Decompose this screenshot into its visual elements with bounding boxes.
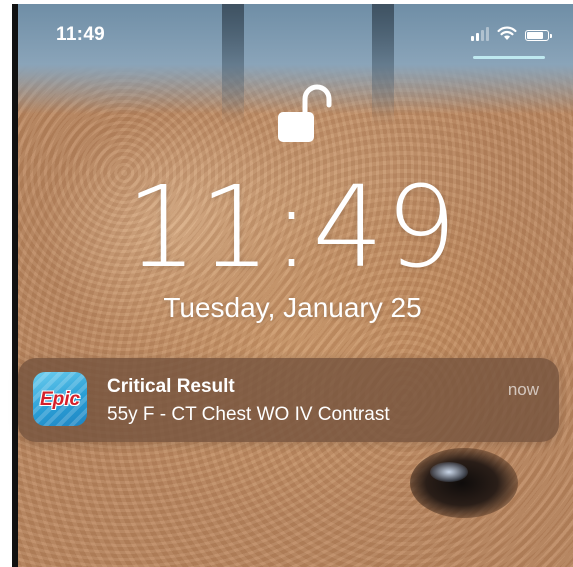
status-bar-icons — [471, 26, 552, 41]
status-bar-time: 11:49 — [56, 24, 106, 45]
notification-title: Critical Result — [107, 376, 235, 397]
lock-screen: 11:49 11:49 Tuesday, January 25 — [12, 4, 573, 567]
lock-screen-date: Tuesday, January 25 — [163, 292, 422, 323]
wifi-icon — [497, 26, 517, 40]
signal-icon — [471, 27, 489, 41]
wallpaper-dog-eye — [410, 448, 518, 518]
wallpaper-eye-reflection — [430, 462, 468, 482]
wallpaper-window-frame — [222, 4, 244, 124]
battery-level-fill — [527, 32, 543, 39]
epic-app-icon: Epic — [33, 372, 87, 426]
battery-icon — [525, 30, 552, 41]
lock-screen-clock: 11:49 — [126, 163, 459, 293]
unlocked-padlock-icon — [278, 84, 332, 142]
device-edge — [12, 4, 18, 567]
control-center-indicator[interactable] — [473, 56, 545, 59]
notification-time: now — [507, 380, 539, 399]
wallpaper-window-frame — [372, 4, 394, 124]
notification-banner[interactable]: Epic Critical Result 55y F - CT Chest WO… — [18, 358, 559, 442]
notification-body: 55y F - CT Chest WO IV Contrast — [107, 404, 390, 425]
epic-logo: Epic — [39, 389, 81, 410]
